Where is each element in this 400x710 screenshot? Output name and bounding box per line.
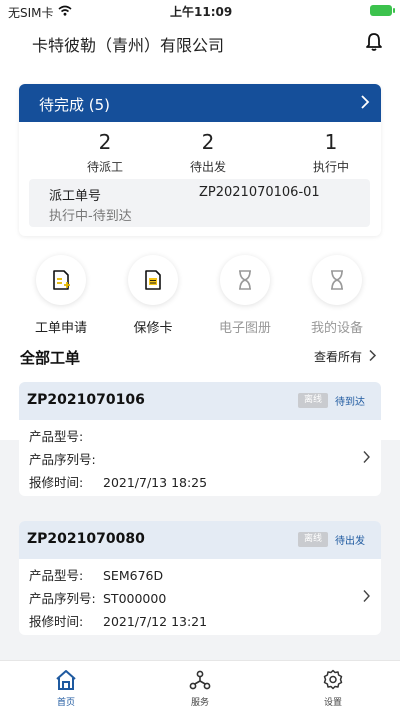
wifi-icon [58, 5, 72, 16]
offline-badge: 离线 [298, 393, 328, 408]
hourglass-icon [239, 270, 251, 290]
tab-label: 首页 [56, 698, 75, 708]
product-serial-row: 产品序列号: ST000000 [29, 588, 166, 607]
pending-title: 待完成 (5) [39, 96, 111, 114]
pending-card[interactable]: 待完成 (5) 2 待派工 2 待出发 1 执行中 派工单号 ZP2021070… [19, 84, 381, 236]
stat-label: 执行中 [312, 160, 349, 174]
work-order-header: ZP2021070106 离线 待到达 [19, 382, 381, 420]
report-time-row: 报修时间: 2021/7/13 18:25 [29, 472, 207, 491]
tab-label: 设置 [323, 698, 342, 708]
dispatch-order-box[interactable]: 派工单号 ZP2021070106-01 执行中-待到达 [29, 179, 370, 227]
tab-label: 服务 [190, 698, 209, 708]
quick-e-catalog[interactable]: 电子图册 [215, 255, 275, 336]
row-key: 报修时间: [29, 614, 84, 629]
bell-icon[interactable] [364, 32, 384, 52]
battery-icon [370, 5, 395, 16]
status-bar: 无SIM卡 上午11:09 [0, 0, 400, 22]
row-value: 2021/7/13 18:25 [103, 475, 208, 490]
stat-value: 2 [98, 130, 112, 154]
work-order-header: ZP2021070080 离线 待出发 [19, 521, 381, 559]
chevron-right-icon [363, 590, 370, 602]
stat-label: 待派工 [86, 160, 123, 174]
stat-pending-departure[interactable]: 2 待出发 [158, 130, 258, 175]
report-time-row: 报修时间: 2021/7/12 13:21 [29, 611, 207, 630]
tab-bar: 首页 服务 设置 [0, 660, 400, 710]
app-header: 卡特彼勒（青州）有限公司 [0, 22, 400, 80]
carrier-label: 无SIM卡 [8, 6, 54, 20]
stat-pending-dispatch[interactable]: 2 待派工 [55, 130, 155, 175]
pending-header[interactable]: 待完成 (5) [19, 84, 381, 122]
view-all-link[interactable]: 查看所有 [314, 348, 362, 365]
home-icon [56, 670, 76, 690]
stat-value: 2 [201, 130, 215, 154]
row-value: 2021/7/12 13:21 [103, 614, 208, 629]
stat-value: 1 [324, 130, 338, 154]
all-work-orders-title: 全部工单 [20, 349, 81, 367]
row-key: 产品序列号: [29, 591, 96, 606]
service-network-icon [189, 670, 211, 690]
document-add-icon [53, 270, 70, 290]
quick-action-circle[interactable] [220, 255, 270, 305]
work-order-code: ZP2021070080 [27, 531, 145, 547]
product-model-row: 产品型号: [29, 426, 103, 445]
stat-label: 待出发 [189, 160, 226, 174]
status-badge: 待到达 [335, 397, 365, 408]
work-order-body: 产品型号: SEM676D 产品序列号: ST000000 报修时间: 2021/7/… [19, 559, 381, 635]
row-key: 报修时间: [29, 475, 84, 490]
gear-icon [323, 669, 343, 690]
row-key: 产品型号: [29, 568, 84, 583]
tab-home[interactable]: 首页 [36, 669, 96, 708]
product-model-row: 产品型号: SEM676D [29, 565, 163, 584]
work-order-code: ZP2021070106 [27, 392, 145, 408]
quick-warranty-card[interactable]: 保修卡 [123, 255, 183, 336]
tab-service[interactable]: 服务 [170, 669, 230, 708]
product-serial-row: 产品序列号: [29, 449, 103, 468]
company-name: 卡特彼勒（青州）有限公司 [32, 36, 225, 55]
tab-settings[interactable]: 设置 [303, 669, 363, 708]
chevron-right-icon [361, 95, 370, 109]
dispatch-order-number: ZP2021070106-01 [199, 185, 320, 200]
work-order-card[interactable]: ZP2021070080 离线 待出发 产品型号: SEM676D 产品序列号: S… [19, 521, 381, 635]
work-order-card[interactable]: ZP2021070106 离线 待到达 产品型号: 产品序列号: 报修时间: 20… [19, 382, 381, 496]
quick-action-circle[interactable] [36, 255, 86, 305]
chevron-right-icon [363, 451, 370, 463]
work-order-body: 产品型号: 产品序列号: 报修时间: 2021/7/13 18:25 [19, 420, 381, 496]
pending-stats: 2 待派工 2 待出发 1 执行中 [19, 122, 381, 178]
row-key: 产品序列号: [29, 452, 96, 467]
quick-action-label: 保修卡 [133, 321, 173, 336]
row-key: 产品型号: [29, 429, 84, 444]
hourglass-icon [331, 270, 343, 290]
row-value: SEM676D [103, 568, 164, 583]
clock: 上午11:09 [170, 5, 233, 19]
offline-badge: 离线 [298, 532, 328, 547]
quick-action-label: 电子图册 [218, 321, 271, 336]
quick-action-label: 我的设备 [310, 321, 363, 336]
quick-action-circle[interactable] [312, 255, 362, 305]
dispatch-order-status: 执行中-待到达 [49, 209, 132, 224]
quick-work-order-apply[interactable]: 工单申请 [31, 255, 91, 336]
quick-action-circle[interactable] [128, 255, 178, 305]
dispatch-order-key: 派工单号 [49, 189, 102, 204]
stat-in-progress[interactable]: 1 执行中 [281, 130, 381, 175]
quick-action-label: 工单申请 [34, 321, 87, 336]
status-badge: 待出发 [335, 536, 365, 547]
quick-my-equipment[interactable]: 我的设备 [307, 255, 367, 336]
row-value: ST000000 [103, 591, 167, 606]
document-icon [145, 270, 161, 290]
chevron-right-icon[interactable] [368, 349, 377, 362]
